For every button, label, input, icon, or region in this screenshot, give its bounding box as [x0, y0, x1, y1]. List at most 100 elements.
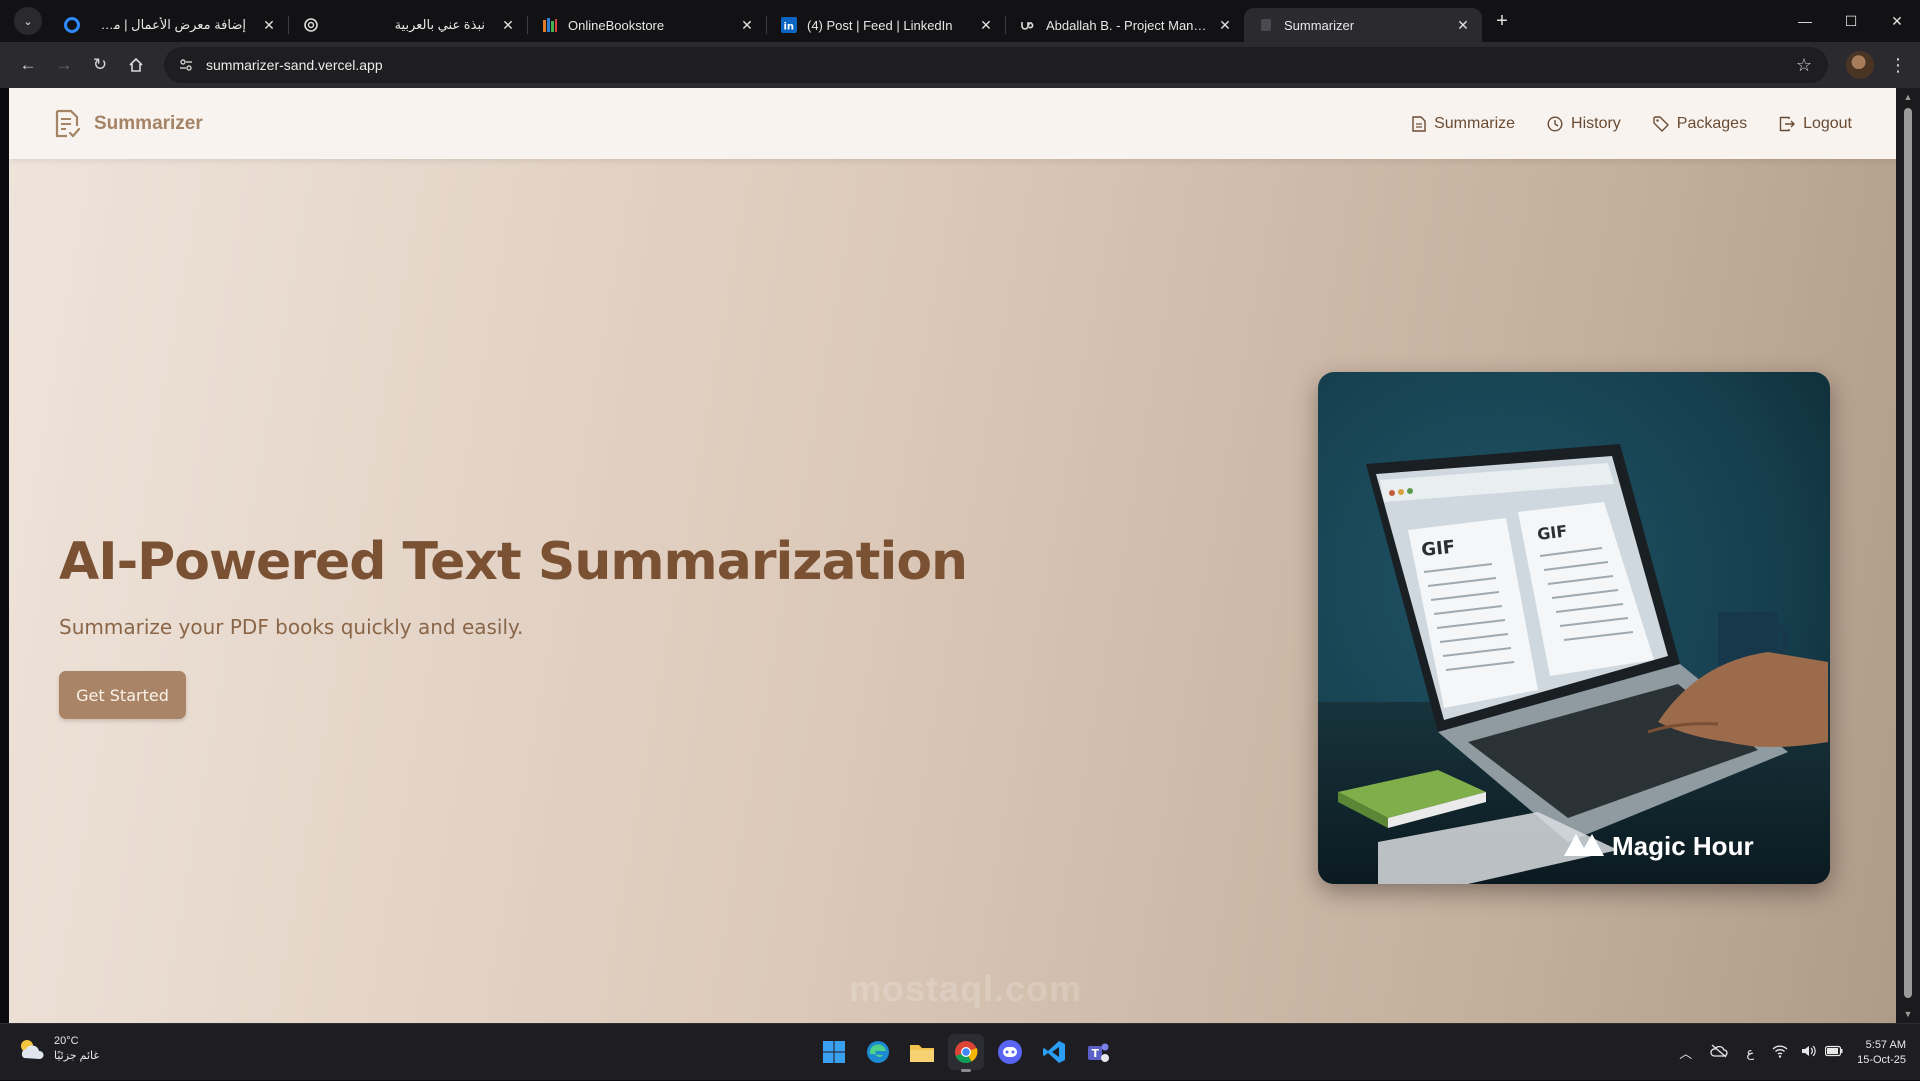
page-viewport: Summarizer Summarize History Packages Lo… [9, 88, 1896, 1023]
browser-tab[interactable]: إضافة معرض الأعمال | مستقل ✕ [50, 8, 288, 42]
system-clock[interactable]: 5:57 AM 15-Oct-25 [1857, 1038, 1906, 1068]
maximize-button[interactable]: ☐ [1828, 0, 1874, 42]
discord-app[interactable] [992, 1034, 1028, 1070]
chrome-app[interactable] [948, 1034, 984, 1072]
close-icon[interactable]: ✕ [499, 16, 517, 34]
system-tray: ︿ ع 5:57 AM 15-Oct-25 [1670, 1024, 1906, 1081]
profile-avatar[interactable] [1846, 51, 1874, 79]
address-bar[interactable]: summarizer-sand.vercel.app ☆ [164, 47, 1828, 83]
upwork-icon [1020, 17, 1036, 33]
logout-icon [1779, 116, 1796, 131]
svg-text:T: T [1092, 1047, 1100, 1060]
browser-menu-icon[interactable]: ⋮ [1888, 55, 1908, 76]
magic-hour-label: Magic Hour [1612, 831, 1754, 861]
edge-icon [867, 1041, 889, 1063]
browser-toolbar: ← → ↻ summarizer-sand.vercel.app ☆ ⋮ [0, 42, 1920, 88]
browser-tab[interactable]: Abdallah B. - Project Managem ✕ [1006, 8, 1244, 42]
nav-history[interactable]: History [1547, 115, 1621, 133]
tab-title: Summarizer [1284, 17, 1355, 33]
start-button[interactable] [816, 1034, 852, 1070]
tab-search-button[interactable]: ⌄ [14, 7, 42, 35]
close-icon[interactable]: ✕ [738, 16, 756, 34]
get-started-button[interactable]: Get Started [59, 671, 186, 719]
clock-time: 5:57 AM [1865, 1038, 1906, 1051]
teams-icon: T [1088, 1043, 1109, 1062]
folder-icon [910, 1045, 934, 1062]
scroll-up-icon[interactable]: ▲ [1902, 92, 1914, 102]
nav-summarize[interactable]: Summarize [1412, 115, 1515, 133]
tab-title: Abdallah B. - Project Managem [1046, 17, 1210, 33]
forward-button[interactable]: → [48, 49, 80, 81]
url-text[interactable]: summarizer-sand.vercel.app [206, 57, 1790, 73]
svg-text:in: in [784, 22, 795, 33]
nav-logout[interactable]: Logout [1779, 115, 1852, 133]
chatgpt-icon [303, 17, 319, 33]
brand-link[interactable]: Summarizer [53, 109, 203, 139]
weather-widget[interactable]: 20°C غائم جزئيًا [16, 1034, 99, 1064]
hero-subtitle: Summarize your PDF books quickly and eas… [59, 615, 524, 639]
arrow-left-icon: ← [19, 55, 37, 74]
watermark-text: mostaql.com [849, 968, 1083, 1009]
close-icon[interactable]: ✕ [1216, 16, 1234, 34]
windows-logo-icon [823, 1041, 845, 1063]
battery-icon[interactable] [1824, 1045, 1843, 1060]
weather-condition: غائم جزئيًا [54, 1050, 100, 1062]
maximize-icon: ☐ [1844, 12, 1858, 29]
file-explorer-app[interactable] [904, 1034, 940, 1070]
nav-links: Summarize History Packages Logout [1380, 115, 1852, 133]
minimize-button[interactable]: — [1782, 0, 1828, 42]
browser-tab[interactable]: نبذة عني بالعربية ✕ [289, 8, 527, 42]
teams-app[interactable]: T [1080, 1034, 1116, 1070]
tab-title: إضافة معرض الأعمال | مستقل [90, 17, 246, 32]
nav-packages-label: Packages [1676, 114, 1748, 132]
chrome-icon [955, 1041, 978, 1064]
chevron-down-icon: ⌄ [23, 15, 33, 28]
edge-app[interactable] [860, 1034, 896, 1070]
wifi-icon[interactable] [1772, 1044, 1788, 1061]
close-icon[interactable]: ✕ [260, 16, 278, 34]
home-icon [129, 57, 143, 72]
new-tab-button[interactable]: + [1488, 7, 1516, 35]
page-scrollbar[interactable]: ▲ ▼ [1896, 88, 1920, 1023]
nav-logout-label: Logout [1803, 114, 1852, 132]
clock-icon [1547, 115, 1563, 132]
close-icon[interactable]: ✕ [1454, 16, 1472, 34]
chevron-up-icon[interactable]: ︿ [1679, 1043, 1692, 1062]
close-window-button[interactable]: ✕ [1874, 0, 1920, 42]
vscode-app[interactable] [1036, 1034, 1072, 1070]
browser-tab-strip: ⌄ إضافة معرض الأعمال | مستقل ✕ نبذة عني … [0, 0, 1920, 42]
window-controls: — ☐ ✕ [1782, 0, 1920, 42]
brand-name: Summarizer [94, 112, 203, 134]
close-icon[interactable]: ✕ [977, 16, 995, 34]
browser-tab[interactable]: OnlineBookstore ✕ [528, 8, 766, 42]
nav-summarize-label: Summarize [1434, 114, 1516, 132]
mostaql-icon [64, 17, 80, 33]
page-icon [1258, 17, 1274, 33]
linkedin-icon: in [781, 17, 797, 33]
hero-illustration: GIF GIF Magic Hour [1318, 372, 1830, 884]
gif-label-left: GIF [1420, 537, 1456, 561]
scroll-down-icon[interactable]: ▼ [1902, 1009, 1914, 1019]
bookmark-star-icon[interactable]: ☆ [1790, 55, 1818, 76]
plus-icon: + [1496, 9, 1508, 32]
input-language[interactable]: ع [1746, 1045, 1754, 1061]
site-navbar: Summarizer Summarize History Packages Lo… [9, 88, 1896, 159]
tab-list: إضافة معرض الأعمال | مستقل ✕ نبذة عني با… [50, 0, 1482, 42]
back-button[interactable]: ← [12, 49, 44, 81]
document-logo-icon [55, 109, 81, 138]
reload-button[interactable]: ↻ [84, 49, 116, 81]
reload-icon: ↻ [92, 55, 108, 74]
nav-packages[interactable]: Packages [1653, 115, 1747, 133]
browser-tab-active[interactable]: Summarizer ✕ [1244, 8, 1482, 42]
volume-icon[interactable] [1801, 1044, 1817, 1061]
bookstore-icon [542, 17, 558, 33]
scrollbar-thumb[interactable] [1904, 108, 1912, 998]
site-info-icon[interactable] [174, 53, 198, 77]
tab-title: نبذة عني بالعربية [394, 17, 485, 32]
partly-cloudy-icon [21, 1040, 44, 1059]
cloud-off-icon[interactable] [1710, 1044, 1728, 1061]
hero-title: AI-Powered Text Summarization [59, 532, 968, 592]
browser-tab[interactable]: in (4) Post | Feed | LinkedIn ✕ [767, 8, 1005, 42]
home-button[interactable] [120, 49, 152, 81]
minimize-icon: — [1798, 13, 1812, 29]
